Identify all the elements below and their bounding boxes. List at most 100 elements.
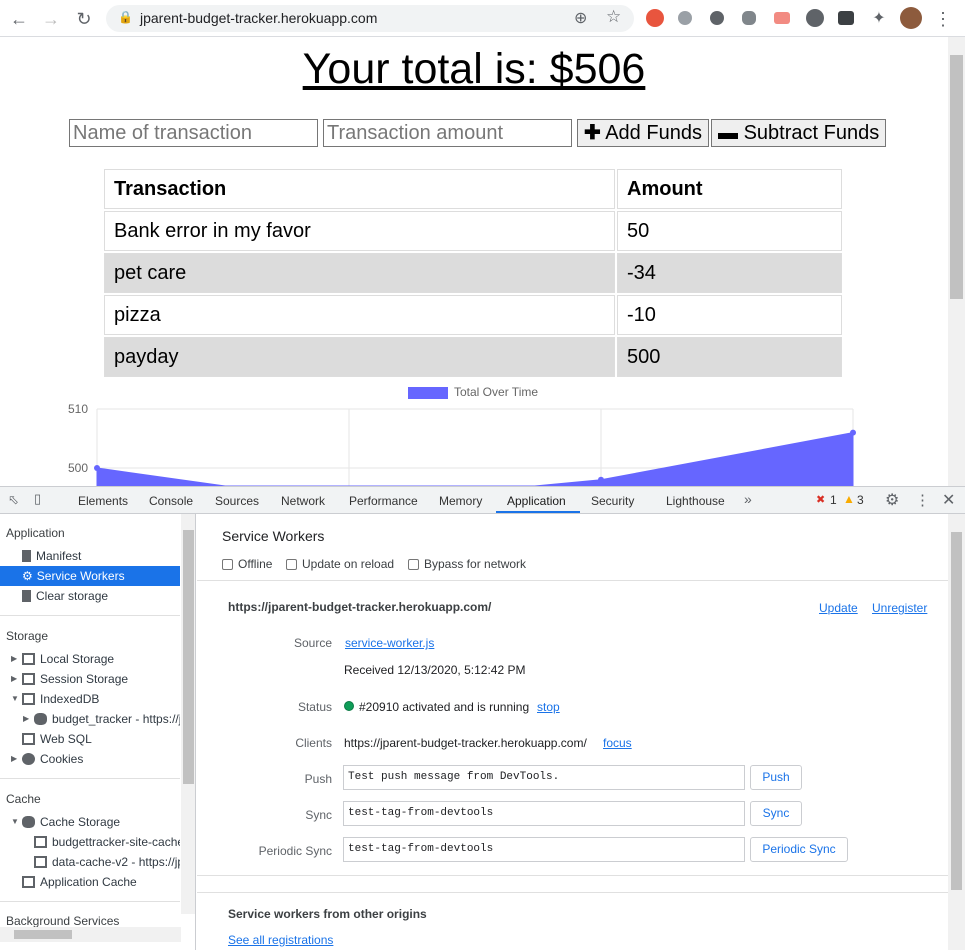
extension-bug-icon[interactable] — [742, 11, 756, 25]
clients-value: https://jparent-budget-tracker.herokuapp… — [344, 736, 587, 750]
install-app-icon[interactable]: ⊕ — [574, 8, 587, 28]
grid-icon — [22, 673, 35, 685]
status-running-icon — [344, 701, 354, 711]
focus-link[interactable]: focus — [603, 736, 632, 750]
sidebar-item-label: Application Cache — [40, 875, 137, 889]
error-icon[interactable]: ✖ — [816, 493, 825, 506]
devtools-panel: ⬁ ▯ Elements Console Sources Network Per… — [0, 486, 965, 950]
tab-performance[interactable]: Performance — [349, 494, 418, 508]
sidebar-item-data-cache[interactable]: data-cache-v2 - https://jparent-budget-t… — [0, 852, 180, 872]
y-tick-label: 510 — [68, 402, 88, 416]
transaction-amount-input[interactable]: Transaction amount — [323, 119, 572, 147]
stop-link[interactable]: stop — [537, 700, 560, 714]
tab-lighthouse[interactable]: Lighthouse — [666, 494, 725, 508]
database-icon — [22, 816, 35, 828]
periodic-sync-button[interactable]: Periodic Sync — [750, 837, 848, 862]
tab-memory[interactable]: Memory — [439, 494, 482, 508]
pane-scrollbar[interactable] — [948, 514, 965, 950]
forward-arrow-icon[interactable]: → — [40, 8, 62, 30]
warning-icon[interactable]: ▲ — [843, 492, 855, 506]
expand-arrow-icon[interactable]: ▶ — [11, 749, 17, 769]
extension-w-icon[interactable] — [806, 9, 824, 27]
total-over-time-chart: Total Over Time 510 500 — [68, 385, 856, 486]
back-arrow-icon[interactable]: ← — [8, 8, 30, 30]
device-toolbar-icon[interactable]: ▯ — [34, 491, 41, 507]
table-header-row: Transaction Amount — [104, 169, 842, 209]
warning-count[interactable]: 3 — [857, 493, 864, 507]
sidebar-horizontal-scrollbar-thumb[interactable] — [14, 930, 72, 939]
pane-scrollbar-thumb[interactable] — [951, 532, 962, 890]
settings-gear-icon[interactable]: ⚙ — [885, 490, 899, 510]
extension-camera-icon[interactable] — [838, 11, 854, 25]
profile-avatar[interactable] — [900, 7, 922, 29]
sidebar-item-web-sql[interactable]: Web SQL — [0, 729, 180, 749]
page-scrollbar[interactable] — [948, 37, 965, 486]
tab-network[interactable]: Network — [281, 494, 325, 508]
update-on-reload-checkbox[interactable] — [286, 559, 297, 570]
update-on-reload-option[interactable]: Update on reload — [286, 557, 394, 571]
sync-tag-input[interactable]: test-tag-from-devtools — [343, 801, 745, 826]
collapse-arrow-icon[interactable]: ▼ — [11, 812, 19, 832]
subtract-funds-button[interactable]: ▬ Subtract Funds — [711, 119, 887, 147]
transaction-name-input[interactable]: Name of transaction — [69, 119, 318, 147]
sidebar-item-label: Session Storage — [40, 672, 129, 686]
extension-flame-icon[interactable] — [678, 11, 692, 25]
sidebar-item-cookies[interactable]: ▶ Cookies — [0, 749, 180, 769]
grid-icon — [22, 733, 35, 745]
bookmark-star-icon[interactable]: ☆ — [606, 7, 621, 27]
see-all-registrations-link[interactable]: See all registrations — [228, 933, 333, 947]
active-tab-indicator — [496, 511, 580, 513]
tab-application[interactable]: Application — [507, 494, 566, 508]
push-button[interactable]: Push — [750, 765, 802, 790]
sidebar-item-local-storage[interactable]: ▶ Local Storage — [0, 649, 180, 669]
tab-console[interactable]: Console — [149, 494, 193, 508]
browser-menu-icon[interactable]: ⋮ — [932, 8, 954, 30]
offline-option[interactable]: Offline — [222, 557, 272, 571]
expand-arrow-icon[interactable]: ▶ — [11, 669, 17, 689]
tab-sources[interactable]: Sources — [215, 494, 259, 508]
collapse-arrow-icon[interactable]: ▼ — [11, 689, 19, 709]
extensions-puzzle-icon[interactable]: ✦ — [868, 8, 890, 30]
sidebar-scrollbar[interactable] — [181, 514, 195, 914]
expand-arrow-icon[interactable]: ▶ — [11, 649, 17, 669]
close-devtools-icon[interactable]: ✕ — [942, 490, 955, 510]
sidebar-item-service-workers[interactable]: ⚙ Service Workers — [0, 566, 180, 586]
address-bar[interactable]: 🔒 jparent-budget-tracker.herokuapp.com ⊕… — [106, 5, 634, 32]
reload-icon[interactable]: ↻ — [73, 8, 95, 30]
push-message-input[interactable]: Test push message from DevTools. — [343, 765, 745, 790]
sidebar-item-application-cache[interactable]: Application Cache — [0, 872, 180, 892]
bypass-for-network-checkbox[interactable] — [408, 559, 419, 570]
expand-arrow-icon[interactable]: ▶ — [23, 709, 29, 729]
more-tabs-icon[interactable]: » — [744, 491, 752, 507]
sidebar-item-site-cache[interactable]: budgettracker-site-cache-v2 — [0, 832, 180, 852]
tab-elements[interactable]: Elements — [78, 494, 128, 508]
offline-checkbox[interactable] — [222, 559, 233, 570]
sidebar-scrollbar-thumb[interactable] — [183, 530, 194, 784]
tab-security[interactable]: Security — [591, 494, 634, 508]
devtools-menu-icon[interactable]: ⋮ — [915, 491, 930, 509]
sidebar-horizontal-scrollbar[interactable] — [0, 927, 181, 942]
sidebar-item-indexeddb[interactable]: ▼ IndexedDB — [0, 689, 180, 709]
sidebar-item-budget-tracker-db[interactable]: ▶ budget_tracker - https://jparent-budge… — [0, 709, 180, 729]
sidebar-item-clear-storage[interactable]: Clear storage — [0, 586, 180, 606]
extension-santa-icon[interactable] — [646, 9, 664, 27]
inspect-element-icon[interactable]: ⬁ — [8, 492, 19, 508]
sidebar-item-cache-storage[interactable]: ▼ Cache Storage — [0, 812, 180, 832]
extension-video-icon[interactable] — [774, 12, 790, 24]
add-funds-button[interactable]: ✚ Add Funds — [577, 119, 709, 147]
sidebar-item-manifest[interactable]: Manifest — [0, 546, 180, 566]
devtools-tabbar: ⬁ ▯ Elements Console Sources Network Per… — [0, 487, 965, 514]
error-count[interactable]: 1 — [830, 493, 837, 507]
transaction-name: payday — [104, 337, 615, 377]
legend-swatch — [408, 387, 448, 399]
bypass-for-network-option[interactable]: Bypass for network — [408, 557, 526, 571]
unregister-link[interactable]: Unregister — [872, 601, 927, 615]
sidebar-item-session-storage[interactable]: ▶ Session Storage — [0, 669, 180, 689]
extension-circle-icon[interactable] — [710, 11, 724, 25]
source-link[interactable]: service-worker.js — [345, 636, 434, 650]
transaction-amount: -10 — [617, 295, 842, 335]
page-scrollbar-thumb[interactable] — [950, 55, 963, 299]
update-link[interactable]: Update — [819, 601, 858, 615]
sync-button[interactable]: Sync — [750, 801, 802, 826]
periodic-sync-tag-input[interactable]: test-tag-from-devtools — [343, 837, 745, 862]
